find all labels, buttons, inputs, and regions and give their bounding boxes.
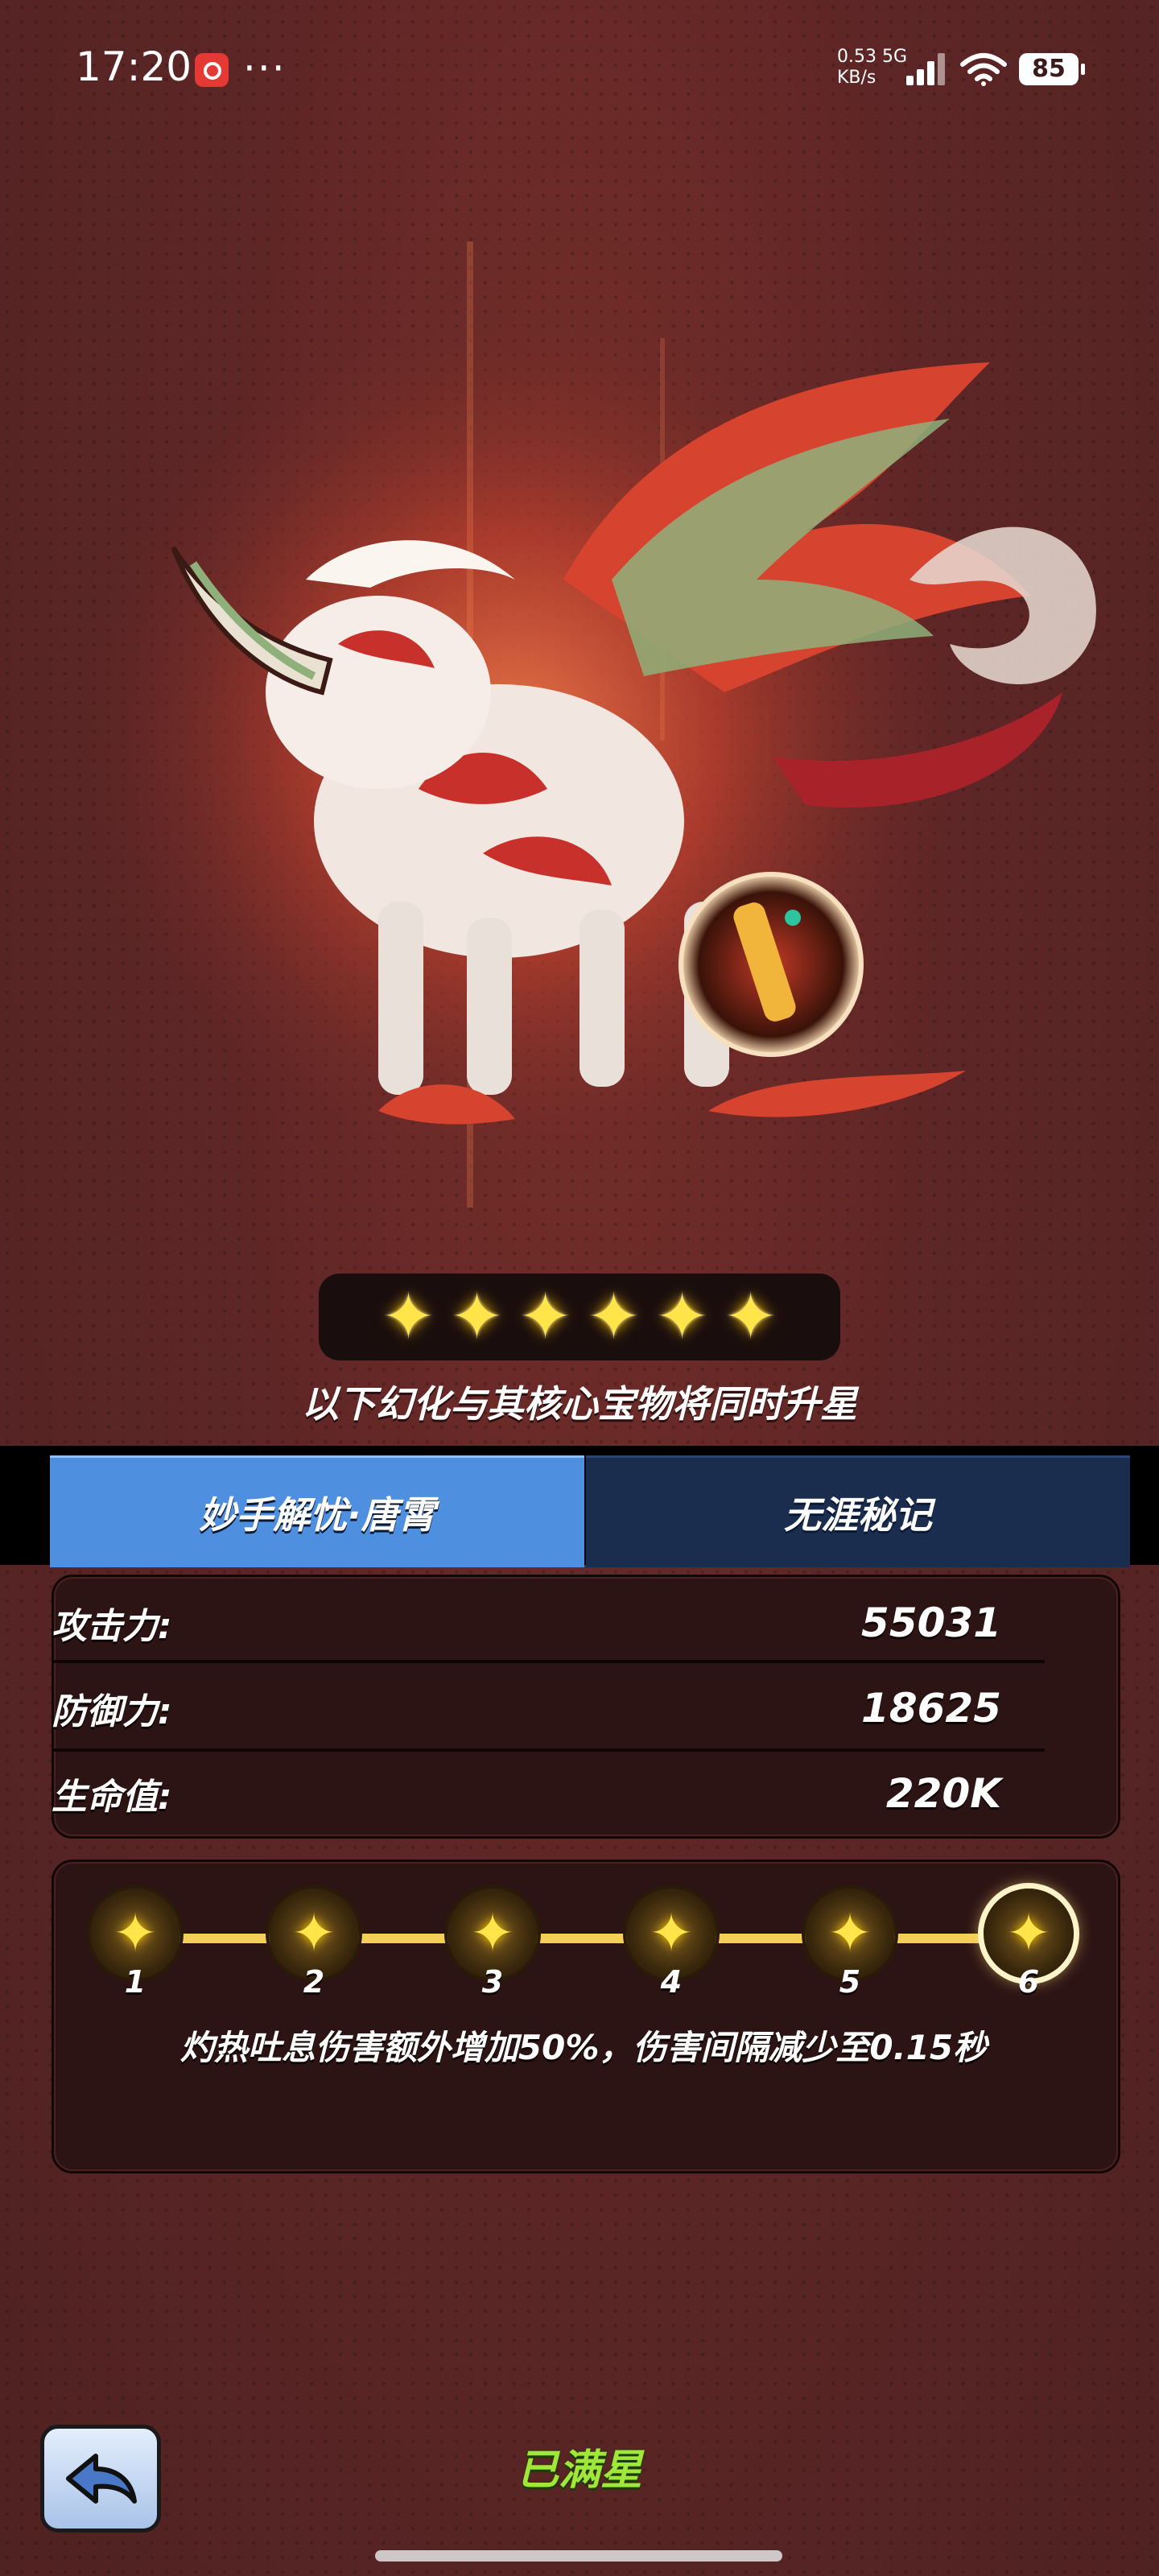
stat-value: 55031 xyxy=(861,1600,1001,1646)
signal-icon xyxy=(906,53,948,85)
star-icon: ✦ xyxy=(724,1279,778,1354)
divider xyxy=(52,1660,1045,1663)
status-time: 17:20 xyxy=(76,43,192,90)
star-rating: ✦ ✦ ✦ ✦ ✦ ✦ xyxy=(319,1274,840,1360)
star-icon: ✦ xyxy=(655,1279,710,1354)
star-icon: ✦ xyxy=(827,1902,872,1964)
creature-artwork xyxy=(64,242,1096,1208)
stat-value: 220K xyxy=(885,1770,1001,1817)
network-speed-value: 0.53 xyxy=(837,47,876,67)
stat-label: 攻击力: xyxy=(52,1606,172,1647)
star-level-number: 6 xyxy=(1017,1964,1040,2000)
network-speed-unit: KB/s xyxy=(837,68,876,88)
star-icon: ✦ xyxy=(113,1902,158,1964)
battery-icon: 85 xyxy=(1019,53,1085,85)
star-icon: ✦ xyxy=(381,1279,435,1354)
star-level-number: 3 xyxy=(481,1964,504,2000)
stat-label: 生命值: xyxy=(52,1777,172,1818)
wifi-icon xyxy=(960,53,1007,86)
upgrade-note: 以下幻化与其核心宝物将同时升星 xyxy=(302,1382,857,1426)
max-star-status: 已满星 xyxy=(516,2446,642,2495)
tab-skin-tangxiao[interactable]: 妙手解忧·唐霄 xyxy=(50,1455,584,1567)
stat-row-defense: 防御力: 18625 xyxy=(52,1668,1050,1748)
more-notifications-icon: ··· xyxy=(243,45,287,92)
network-type: 5G xyxy=(881,47,908,67)
star-skill-panel xyxy=(52,1860,1120,2174)
tab-wuya-miji[interactable]: 无涯秘记 xyxy=(586,1455,1130,1567)
home-indicator[interactable] xyxy=(375,2550,782,2562)
stat-value: 18625 xyxy=(861,1685,1001,1732)
stat-row-hp: 生命值: 220K xyxy=(52,1753,1050,1834)
divider xyxy=(52,1748,1045,1752)
star-level-number: 5 xyxy=(839,1964,861,2000)
star-icon: ✦ xyxy=(1006,1902,1051,1964)
stat-label: 防御力: xyxy=(52,1691,172,1732)
star-icon: ✦ xyxy=(587,1279,641,1354)
status-bar: 17:20 ··· 0.53 5G KB/s 85 xyxy=(0,0,1159,137)
star-level-number: 4 xyxy=(660,1964,683,2000)
star-icon: ✦ xyxy=(518,1279,572,1354)
star-icon: ✦ xyxy=(649,1902,694,1964)
star-level-number: 1 xyxy=(124,1964,146,2000)
network-speed: 0.53 5G KB/s xyxy=(837,47,907,89)
star-icon: ✦ xyxy=(470,1902,515,1964)
star-icon: ✦ xyxy=(449,1279,504,1354)
star-level-number: 2 xyxy=(303,1964,325,2000)
stat-row-attack: 攻击力: 55031 xyxy=(52,1583,1050,1663)
app-notification-icon xyxy=(195,53,229,87)
star-level-description: 灼热吐息伤害额外增加50%，伤害间隔减少至0.15秒 xyxy=(179,2028,988,2067)
star-icon: ✦ xyxy=(291,1902,336,1964)
